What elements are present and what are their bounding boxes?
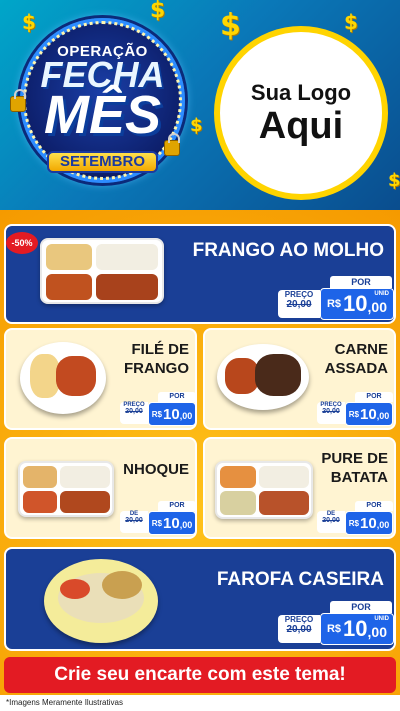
dollar-icon: $ — [344, 10, 358, 34]
product-name: NHOQUE — [123, 461, 189, 478]
dollar-icon: $ — [388, 170, 400, 191]
badge-line3: MÊS — [43, 85, 162, 145]
logo-placeholder[interactable]: Sua Logo Aqui — [214, 26, 388, 200]
product-card-nhoque[interactable]: NHOQUE POR DE 20,00 R$ 10 ,00 — [4, 437, 197, 539]
food-bowl-image — [44, 559, 158, 643]
product-card-farofa-caseira[interactable]: FAROFA CASEIRA POR PREÇO 20,00 R$ 10 ,00… — [4, 547, 396, 651]
price-tag: POR PREÇO 20,00 R$ 10 ,00 — [317, 392, 393, 426]
product-card-carne-assada[interactable]: CARNE ASSADA POR PREÇO 20,00 R$ 10 ,00 — [203, 328, 396, 430]
price-por-label: POR — [330, 276, 392, 288]
food-bowl-image — [217, 344, 309, 410]
product-card-frango-ao-molho[interactable]: FRANGO AO MOLHO POR PREÇO 20,00 R$ 10 ,0… — [4, 224, 396, 324]
product-name: PURE DE BATATA — [321, 450, 388, 486]
food-tray-image — [18, 461, 114, 517]
product-name: CARNE ASSADA — [324, 341, 388, 377]
padlock-icon — [164, 133, 180, 156]
food-bowl-image — [20, 342, 106, 414]
badge-month: SETEMBRO — [47, 151, 158, 173]
food-tray-image — [215, 461, 313, 519]
price-tag: POR DE 20,00 R$ 10 ,00 — [120, 501, 196, 535]
product-name: FILÉ DE FRANGO — [124, 341, 189, 377]
dollar-icon: $ — [190, 115, 203, 136]
padlock-icon — [10, 89, 26, 112]
dollar-icon: $ — [22, 10, 36, 34]
operacao-fecha-mes-badge: OPERAÇÃO FECHA MÊS SETEMBRO — [20, 18, 185, 183]
product-card-pure-de-batata[interactable]: PURE DE BATATA POR DE 20,00 R$ 10 ,00 — [203, 437, 396, 539]
price-tag: POR PREÇO 20,00 R$ 10 ,00 UNID — [278, 601, 394, 645]
price-tag: POR PREÇO 20,00 R$ 10 ,00 — [120, 392, 196, 426]
price-tag: POR DE 20,00 R$ 10 ,00 — [317, 501, 393, 535]
product-card-file-de-frango[interactable]: FILÉ DE FRANGO POR PREÇO 20,00 R$ 10 ,00 — [4, 328, 197, 430]
dollar-icon: $ — [220, 8, 241, 43]
price-tag: POR PREÇO 20,00 R$ 10 ,00 UNID — [278, 276, 394, 320]
food-tray-image — [40, 238, 164, 304]
current-price: R$ 10 ,00 UNID — [320, 288, 394, 320]
product-name: FRANGO AO MOLHO — [192, 240, 384, 261]
cta-banner[interactable]: Crie seu encarte com este tema! — [4, 657, 396, 693]
logo-line2: Aqui — [258, 105, 344, 147]
product-name: FAROFA CASEIRA — [216, 569, 384, 590]
footnote: *Imagens Meramente Ilustrativas — [0, 695, 400, 711]
old-price: PREÇO 20,00 — [278, 290, 320, 318]
logo-line1: Sua Logo — [250, 80, 352, 105]
dollar-icon: $ — [150, 0, 166, 23]
header-banner: $ $ $ $ $ $ OPERAÇÃO FECHA MÊS SETEMBRO … — [0, 0, 400, 210]
discount-badge: -50% — [6, 232, 38, 254]
